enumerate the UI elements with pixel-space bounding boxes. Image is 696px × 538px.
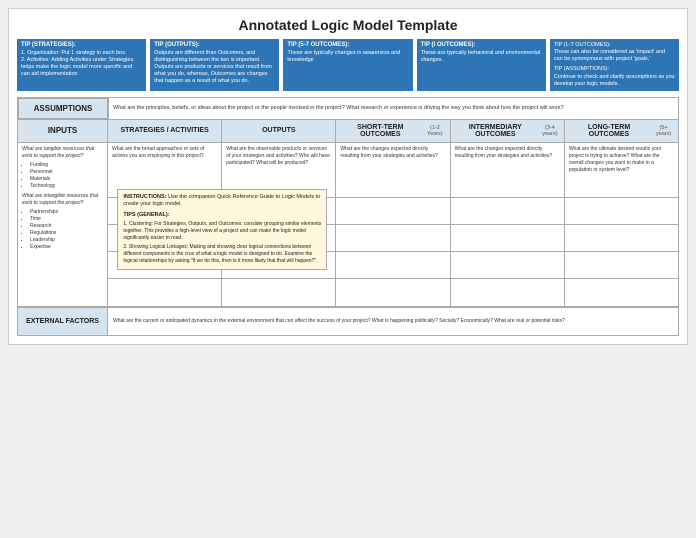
data-rows: What are tangible resources that exist t… [18, 143, 678, 307]
ec-2-3 [336, 225, 450, 251]
tip-strategies: TIP (STRATEGIES): 1. Organization: Put 1… [17, 39, 146, 91]
short-term-desc-cell: What are the changes expected directly r… [336, 143, 450, 197]
empty-row-4: INSTRUCTIONS: Use the companion Quick Re… [108, 279, 678, 306]
tip-outputs: TIP (OUTPUTS): Outputs are different tha… [150, 39, 279, 91]
ec-4-3 [336, 279, 450, 306]
ec-2-5 [565, 225, 678, 251]
ec-4-2: INSTRUCTIONS: Use the companion Quick Re… [222, 279, 336, 306]
ec-4-5 [565, 279, 678, 306]
ec-3-3 [336, 252, 450, 278]
col-header-outputs: OUTPUTS [222, 120, 336, 142]
instructions-box: INSTRUCTIONS: Use the companion Quick Re… [117, 189, 327, 270]
tip-outcomes-i: TIP (I OUTCOMES): These are typically be… [417, 39, 546, 91]
assumptions-row: ASSUMPTIONS What are the principles, bel… [18, 98, 678, 120]
inputs-column: What are tangible resources that exist t… [18, 143, 108, 306]
intermediary-desc-cell: What are the changes expected directly r… [451, 143, 565, 197]
ec-3-4 [451, 252, 565, 278]
external-factors-label: EXTERNAL FACTORS [18, 308, 108, 335]
col-header-short-term: SHORT-TERM OUTCOMES (1-2 Years) [336, 120, 450, 142]
ec-1-4 [451, 198, 565, 224]
ec-4-1 [108, 279, 222, 306]
empty-rows-area: INSTRUCTIONS: Use the companion Quick Re… [108, 198, 678, 306]
main-content-area: What are tangible resources that exist t… [18, 143, 678, 335]
ec-4-4 [451, 279, 565, 306]
col-header-inputs: INPUTS [18, 120, 108, 142]
ec-1-5 [565, 198, 678, 224]
col-header-intermediary: INTERMEDIARY OUTCOMES (3-4 years) [451, 120, 565, 142]
col-header-strategies: STRATEGIES / ACTIVITIES [108, 120, 222, 142]
page-title: Annotated Logic Model Template [17, 17, 679, 33]
external-factors-text: What are the current or anticipated dyna… [108, 308, 678, 335]
assumptions-text: What are the principles, beliefs, or ide… [108, 98, 678, 119]
assumptions-label: ASSUMPTIONS [18, 98, 108, 119]
external-factors-row: EXTERNAL FACTORS What are the current or… [18, 307, 678, 335]
ec-3-5 [565, 252, 678, 278]
tip-outcomes-lt: TIP (L-T OUTCOMES): These can also be co… [550, 39, 679, 91]
header-row: INPUTS STRATEGIES / ACTIVITIES OUTPUTS S… [18, 120, 678, 143]
main-grid: ASSUMPTIONS What are the principles, bel… [17, 97, 679, 336]
col-header-long-term: LONG-TERM OUTCOMES (5+ years) [565, 120, 678, 142]
ec-1-3 [336, 198, 450, 224]
tip-outcomes-57: TIP (5-7 OUTCOMES): These are typically … [283, 39, 412, 91]
data-rows-cols: What are the broad approaches or sets of… [108, 143, 678, 306]
long-term-desc-cell: What are the ultimate desired results yo… [565, 143, 678, 197]
tip-row: TIP (STRATEGIES): 1. Organization: Put 1… [17, 39, 679, 91]
ec-2-4 [451, 225, 565, 251]
